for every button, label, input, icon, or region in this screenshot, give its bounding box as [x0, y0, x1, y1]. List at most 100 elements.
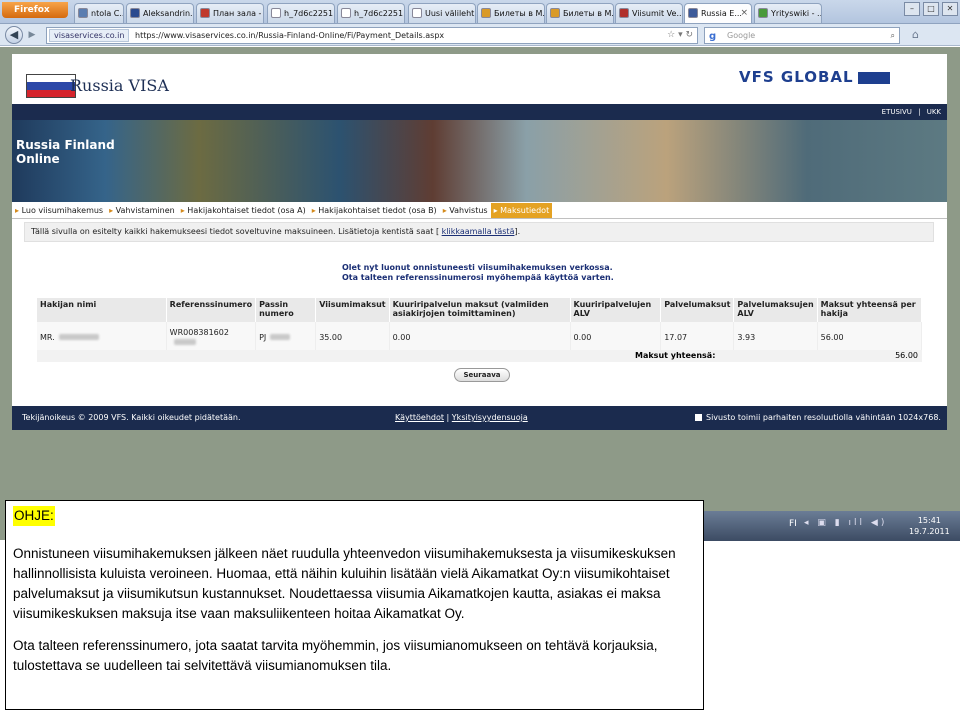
notice-line1: Olet nyt luonut onnistuneesti viisumihak… — [342, 263, 613, 272]
google-icon: g — [709, 31, 717, 42]
privacy-link[interactable]: Yksityisyydensuoja — [452, 413, 528, 422]
table-header-row: Hakijan nimi Referenssinumero Passin numer… — [37, 298, 923, 322]
site-footer: Tekijänoikeus © 2009 VFS. Kaikki oikeude… — [12, 406, 947, 430]
forward-button[interactable]: ▶ — [25, 28, 39, 42]
page-icon — [688, 8, 698, 18]
column-header: Hakijan nimi — [37, 298, 167, 322]
tab-9[interactable]: Viisumit Ve... — [615, 3, 683, 23]
page-icon — [412, 8, 422, 18]
table-cell: MR. — [37, 322, 167, 352]
table-cell: 35.00 — [315, 322, 390, 352]
tab-5[interactable]: h_7d6c2251... — [337, 3, 405, 23]
resolution-note: Sivusto toimii parhaiten resoluutiolla v… — [706, 413, 941, 422]
redacted-text — [58, 334, 99, 340]
tab-3[interactable]: План зала - ... — [196, 3, 264, 23]
tab-10[interactable]: Russia E... × — [684, 3, 752, 23]
breadcrumb-step-4[interactable]: ▸ Hakijakohtaiset tiedot (osa B) — [309, 203, 440, 218]
column-header: Passin numero — [255, 298, 317, 322]
vfs-global-logo: VFS GLOBAL — [739, 68, 939, 86]
russian-flag-icon — [26, 74, 76, 98]
success-notice: Olet nyt luonut onnistuneesti viisumihak… — [342, 263, 614, 283]
tab-1[interactable]: ntola C... — [74, 3, 124, 23]
column-header: Palvelumaksut — [660, 298, 735, 322]
breadcrumb-step-3[interactable]: ▸ Hakijakohtaiset tiedot (osa A) — [178, 203, 309, 218]
tab-11[interactable]: Yrityswiki - ... — [754, 3, 822, 23]
top-links-bar: ETUSIVU | UKK — [12, 104, 947, 120]
back-button[interactable]: ◀ — [5, 26, 23, 44]
web-page: Russia VISA VFS GLOBAL ETUSIVU | UKK Rus… — [12, 54, 947, 430]
tab-8[interactable]: Билеты в М... — [546, 3, 614, 23]
tab-label: Russia E... — [701, 9, 742, 18]
banner-title-line2: Online — [16, 152, 60, 166]
page-icon — [200, 8, 210, 18]
column-header: Referenssinumero — [166, 298, 257, 322]
total-value: 56.00 — [895, 351, 918, 360]
tab-label: ntola C... — [91, 9, 124, 18]
tab-label: Yrityswiki - ... — [771, 9, 822, 18]
page-icon — [78, 8, 88, 18]
page-icon — [271, 8, 281, 18]
breadcrumb-label: Luo viisumihakemus — [21, 206, 104, 215]
firefox-menu-button[interactable]: Firefox — [2, 2, 68, 18]
language-indicator[interactable]: FI — [789, 519, 797, 529]
bookmark-star-icon[interactable]: ☆ ▾ ↻ — [667, 28, 693, 43]
site-identity-badge[interactable]: visaservices.co.in — [49, 29, 130, 42]
cross-icon — [857, 71, 890, 84]
site-title: Russia VISA — [70, 76, 169, 95]
redacted-text — [270, 334, 291, 340]
cell-value: WR008381602 — [169, 328, 229, 337]
column-header: Viisumimaksut — [315, 298, 390, 322]
notice-line2: Ota talteen referenssinumerosi myöhempää… — [342, 273, 614, 282]
breadcrumb-step-1[interactable]: ▸ Luo viisumihakemus — [12, 203, 106, 218]
maximize-button[interactable]: □ — [923, 2, 939, 16]
top-links[interactable]: ETUSIVU | UKK — [882, 108, 941, 116]
page-icon — [758, 8, 768, 18]
tab-6[interactable]: Uusi välilehti — [408, 3, 476, 23]
search-placeholder: Google — [727, 31, 756, 40]
system-clock[interactable]: 15:41 19.7.2011 — [909, 515, 950, 537]
tab-4[interactable]: h_7d6c2251... — [267, 3, 335, 23]
close-tab-icon[interactable]: × — [740, 4, 748, 23]
page-icon — [130, 8, 140, 18]
table-row: MR. WR008381602 PJ 35.00 0.00 0.00 17.07 3.93 56… — [37, 322, 923, 352]
tray-icons[interactable]: ◂ ▣ ▮ ıll ◀) — [804, 518, 887, 528]
payment-table: Hakijan nimi Referenssinumero Passin numer… — [37, 298, 923, 352]
tab-2[interactable]: Aleksandrin... — [126, 3, 194, 23]
cell-value: 0.00 — [573, 332, 592, 342]
cell-value: 0.00 — [392, 332, 411, 342]
close-window-button[interactable]: ✕ — [942, 2, 958, 16]
tab-7[interactable]: Билеты в М... — [477, 3, 545, 23]
table-cell: PJ — [255, 322, 317, 352]
clock-date: 19.7.2011 — [909, 527, 950, 536]
info-bar: Tällä sivulla on esitelty kaikki hakemuk… — [24, 222, 934, 242]
column-header: Palvelumaksujen ALV — [733, 298, 818, 322]
next-button[interactable]: Seuraava — [454, 368, 510, 382]
search-input[interactable]: g Google ⌕ — [704, 27, 900, 44]
table-cell: 17.07 — [660, 322, 735, 352]
breadcrumb-step-6[interactable]: ▸ Maksutiedot — [490, 203, 553, 218]
address-bar[interactable]: visaservices.co.in https://www.visaservi… — [46, 27, 698, 44]
page-icon — [619, 8, 629, 18]
cell-value: 17.07 — [664, 332, 688, 342]
breadcrumb-step-2[interactable]: ▸ Vahvistaminen — [106, 203, 178, 218]
info-link[interactable]: klikkaamalla tästä — [442, 227, 515, 236]
breadcrumb-label: Vahvistaminen — [115, 206, 175, 215]
footer-copyright: Tekijänoikeus © 2009 VFS. Kaikki oikeude… — [22, 413, 241, 422]
column-header: Kuuriripalvelujen ALV — [570, 298, 662, 322]
column-header: Kuuriripalvelun maksut (valmiiden asiaki… — [389, 298, 571, 322]
navigation-toolbar: ◀ ▶ visaservices.co.in https://www.visas… — [0, 24, 960, 46]
terms-link[interactable]: Käyttöehdot — [395, 413, 444, 422]
breadcrumb-label: Hakijakohtaiset tiedot (osa A) — [187, 206, 306, 215]
tab-label: h_7d6c2251... — [354, 9, 405, 18]
checkbox-icon — [695, 414, 702, 421]
table-cell: WR008381602 — [166, 322, 257, 352]
breadcrumb-label: Hakijakohtaiset tiedot (osa B) — [318, 206, 437, 215]
url-text[interactable]: https://www.visaservices.co.in/Russia-Fi… — [135, 28, 444, 43]
table-cell: 3.93 — [733, 322, 818, 352]
table-cell: 0.00 — [389, 322, 571, 352]
magnifier-icon[interactable]: ⌕ — [891, 28, 895, 43]
breadcrumb-step-5[interactable]: ▸ Vahvistus — [440, 203, 491, 218]
minimize-button[interactable]: – — [904, 2, 920, 16]
home-icon[interactable]: ⌂ — [912, 28, 919, 41]
table-cell: 0.00 — [570, 322, 662, 352]
